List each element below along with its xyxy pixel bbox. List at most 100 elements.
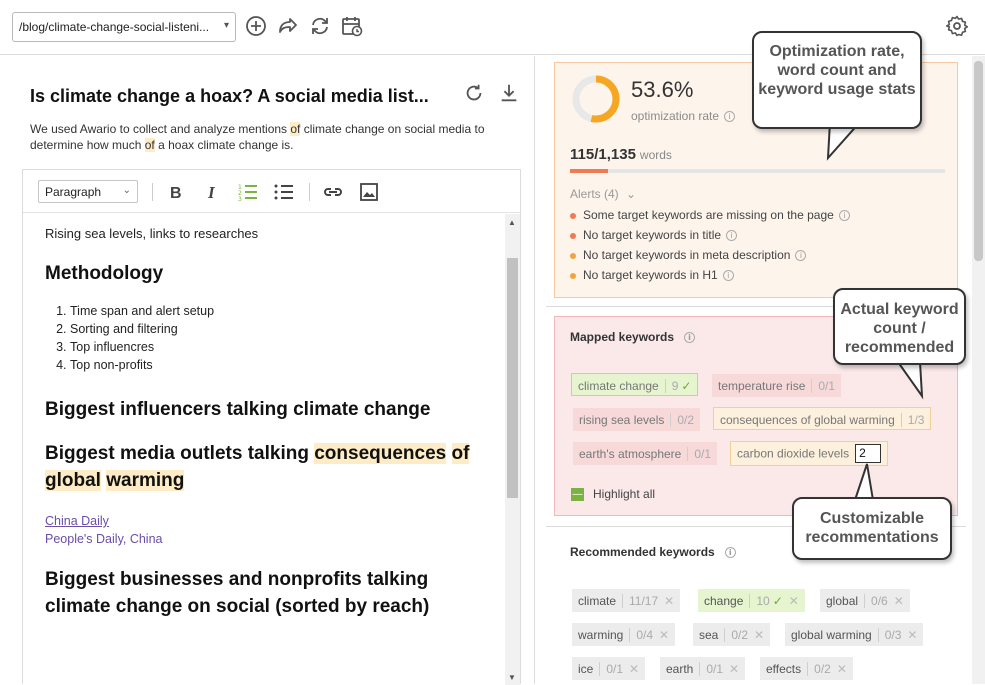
sidebar-scrollbar[interactable] xyxy=(972,56,985,684)
alert-item: No target keywords in H1 i xyxy=(570,268,734,282)
scrollbar-thumb[interactable] xyxy=(507,258,518,498)
content-numbered-list: Time span and alert setup Sorting and fi… xyxy=(45,302,214,374)
mapped-keyword-chip[interactable]: consequences of global warming 1/3 xyxy=(713,407,932,430)
info-icon[interactable]: i xyxy=(724,111,736,123)
alert-item: No target keywords in title i xyxy=(570,228,738,242)
refresh-icon[interactable] xyxy=(308,14,332,38)
reload-icon[interactable] xyxy=(463,82,485,104)
close-icon[interactable]: ✕ xyxy=(729,662,739,676)
content-heading: Methodology xyxy=(45,263,164,284)
word-progress-fill xyxy=(570,169,608,173)
recommended-keyword-chip[interactable]: sea 0/2 ✕ xyxy=(693,623,771,646)
recommended-keyword-chip[interactable]: global 0/6 ✕ xyxy=(820,589,910,612)
close-icon[interactable]: ✕ xyxy=(659,628,669,642)
mapped-keyword-chip[interactable]: rising sea levels 0/2 xyxy=(573,408,701,431)
paragraph-format-select[interactable]: Paragraph ⌄ xyxy=(38,180,138,203)
numbered-list-icon[interactable]: 1 2 3 xyxy=(237,181,259,203)
editor-toolbar: Paragraph ⌄ B I 1 2 3 xyxy=(23,170,520,213)
svg-text:I: I xyxy=(207,183,216,202)
scroll-down-icon[interactable]: ▼ xyxy=(508,673,516,682)
count-callout: Actual keyword count / recommended xyxy=(833,288,966,365)
close-icon[interactable]: ✕ xyxy=(894,594,904,608)
toolbar-divider xyxy=(152,183,153,201)
recommended-keyword-chip[interactable]: global warming 0/3 ✕ xyxy=(785,623,924,646)
content-heading: Biggest influencers talking climate chan… xyxy=(45,399,431,420)
list-item: Top non-profits xyxy=(70,356,214,374)
editor-content[interactable]: Rising sea levels, links to researches M… xyxy=(23,214,505,685)
content-heading: Biggest businesses and nonprofits talkin… xyxy=(45,569,430,617)
document-pane: Is climate change a hoax? A social media… xyxy=(0,56,535,685)
list-item: Time span and alert setup xyxy=(70,302,214,320)
info-icon[interactable]: i xyxy=(838,210,850,222)
recommended-keywords-title: Recommended keywords i xyxy=(570,545,736,559)
url-value: /blog/climate-change-social-listeni... xyxy=(19,20,210,34)
alert-item: No target keywords in meta description i xyxy=(570,248,807,262)
list-item: Top influencres xyxy=(70,338,214,356)
content-paragraph: Rising sea levels, links to researches xyxy=(45,226,259,241)
scrollbar-thumb[interactable] xyxy=(974,61,983,261)
checkbox-icon[interactable]: — xyxy=(571,488,584,502)
info-icon[interactable]: i xyxy=(684,332,696,344)
bold-icon[interactable]: B xyxy=(165,181,187,203)
recommended-keyword-chip[interactable]: climate 11/17 ✕ xyxy=(572,589,681,612)
info-icon[interactable]: i xyxy=(726,230,738,242)
link-icon[interactable] xyxy=(322,181,344,203)
download-icon[interactable] xyxy=(498,82,520,104)
custom-callout: Customizable recommentations xyxy=(792,497,952,560)
image-icon[interactable] xyxy=(358,181,380,203)
callout-tail xyxy=(896,360,924,400)
rich-text-editor: Paragraph ⌄ B I 1 2 3 Rising sea levels,… xyxy=(22,169,521,685)
alerts-toggle[interactable]: Alerts (4) ⌄ xyxy=(570,187,636,201)
scroll-up-icon[interactable]: ▲ xyxy=(508,218,516,227)
info-icon[interactable]: i xyxy=(724,547,736,559)
recommended-keyword-chip[interactable]: effects 0/2 ✕ xyxy=(760,657,853,680)
info-icon[interactable]: i xyxy=(795,250,807,262)
bullet-list-icon[interactable] xyxy=(273,181,295,203)
url-select[interactable]: /blog/climate-change-social-listeni... ▾ xyxy=(12,12,236,42)
optimization-donut xyxy=(572,75,620,123)
chevron-down-icon: ⌄ xyxy=(626,187,637,201)
close-icon[interactable]: ✕ xyxy=(789,594,799,608)
mapped-keyword-chip[interactable]: climate change 9 ✓ xyxy=(571,373,699,396)
alert-dot xyxy=(570,232,576,239)
page-title: Is climate change a hoax? A social media… xyxy=(30,86,429,106)
optimization-rate-label: optimization rate i xyxy=(631,109,736,123)
content-link[interactable]: China Daily xyxy=(45,514,109,528)
highlight-all-toggle[interactable]: — Highlight all xyxy=(571,487,655,502)
alert-dot xyxy=(570,212,576,219)
close-icon[interactable]: ✕ xyxy=(754,628,764,642)
close-icon[interactable]: ✕ xyxy=(629,662,639,676)
alert-item: Some target keywords are missing on the … xyxy=(570,208,850,222)
recommended-keyword-chip[interactable]: earth 0/1 ✕ xyxy=(660,657,746,680)
list-item: Sorting and filtering xyxy=(70,320,214,338)
mapped-keyword-chip[interactable]: earth's atmosphere 0/1 xyxy=(573,442,718,465)
toolbar-divider xyxy=(309,183,310,201)
word-progress-bar xyxy=(570,169,945,173)
keyword-count-input[interactable]: 2 xyxy=(855,444,882,463)
editor-scrollbar[interactable]: ▲ ▼ xyxy=(505,214,520,685)
close-icon[interactable]: ✕ xyxy=(837,662,847,676)
recommended-keyword-chip[interactable]: warming 0/4 ✕ xyxy=(572,623,676,646)
recommended-keyword-chip[interactable]: change 10 ✓ ✕ xyxy=(698,589,805,612)
mapped-keyword-chip[interactable]: temperature rise 0/1 xyxy=(712,374,842,397)
add-icon[interactable] xyxy=(244,14,268,38)
svg-text:B: B xyxy=(170,185,182,202)
content-link[interactable]: People's Daily, China xyxy=(45,532,163,546)
check-icon: ✓ xyxy=(772,594,783,608)
share-icon[interactable] xyxy=(276,14,300,38)
chevron-down-icon: ▾ xyxy=(223,20,229,31)
recommended-keyword-chip[interactable]: ice 0/1 ✕ xyxy=(572,657,646,680)
close-icon[interactable]: ✕ xyxy=(907,628,917,642)
italic-icon[interactable]: I xyxy=(201,181,223,203)
mapped-keywords-title: Mapped keywords i xyxy=(570,330,696,344)
optimization-rate-value: 53.6% xyxy=(631,77,694,102)
word-count: 115/1,135 words xyxy=(570,146,672,163)
page-description: We used Awario to collect and analyze me… xyxy=(30,122,485,152)
schedule-icon[interactable] xyxy=(340,14,364,38)
info-icon[interactable]: i xyxy=(722,270,734,282)
check-icon: ✓ xyxy=(681,379,692,393)
callout-tail xyxy=(853,463,875,502)
content-heading: Biggest media outlets talking consequenc… xyxy=(45,443,470,491)
close-icon[interactable]: ✕ xyxy=(664,594,674,608)
settings-icon[interactable] xyxy=(945,14,969,38)
